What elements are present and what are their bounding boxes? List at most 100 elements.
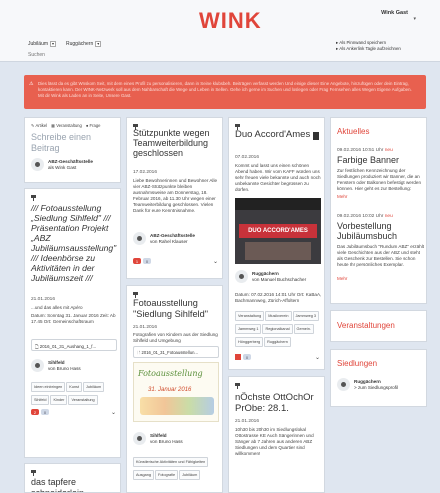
post-card-otto[interactable]: nÖchste OttOchOr PrObe: 28.1. 21.01.2016…: [228, 376, 325, 493]
tag[interactable]: Jammweg 1: [235, 324, 262, 334]
post-title[interactable]: Fotoausstellung "Siedlung Sihlfeld": [133, 298, 222, 319]
tag[interactable]: Gemein.: [293, 324, 314, 334]
tag[interactable]: Kunst: [66, 382, 83, 392]
bookmark-icon[interactable]: [313, 132, 319, 140]
news-more-link[interactable]: Mehr: [337, 194, 347, 200]
tab-artikel[interactable]: ✎ Artikel: [31, 123, 47, 128]
post-card-stuetzpunkte[interactable]: Stützpunkte wegen Teamweiterbildung gesc…: [126, 117, 223, 279]
like-heart-icon[interactable]: 2: [31, 409, 39, 415]
post-body: 10h30 bis 20h30 im Siedlungslokal Ottost…: [235, 427, 314, 456]
avatar: [31, 359, 44, 372]
avatar: [133, 232, 146, 245]
tab-frage-label: Frage: [89, 123, 101, 128]
search-input[interactable]: [28, 51, 178, 59]
user-menu[interactable]: Wink Gast: [381, 10, 408, 16]
post-title[interactable]: Duo Accord'Ames: [235, 129, 313, 141]
dropdown-arrow-icon: ▾: [50, 40, 57, 47]
composer-author-text: ABZ-Geschäftsstelle als Wink Gast: [48, 159, 93, 171]
file-icon: 🗋: [137, 350, 141, 355]
chevron-down-icon[interactable]: ▾: [413, 16, 416, 22]
filter-jubilaeum-dropdown[interactable]: Jubiläum ▾: [28, 39, 57, 48]
composer-card: ✎ Artikel ▦ Veranstaltung ● Frage Schrei…: [24, 117, 121, 183]
filter-ruggaechern-dropdown[interactable]: Ruggächern ▾: [66, 39, 102, 48]
post-author[interactable]: Ruggächern von Manuel Buchschacher: [235, 270, 306, 283]
pin-icon: [235, 383, 240, 389]
post-body: Liebe Bewohnerinnen und Bewohner Alle vi…: [133, 178, 218, 213]
post-card-fotoausstellung-1[interactable]: /// Fotoausstellung „Siedlung Sihlfeld" …: [24, 188, 121, 458]
tab-frage[interactable]: ● Frage: [86, 123, 101, 128]
attachment-file[interactable]: 🗋 2016_01_31_Aushang_1_f...: [31, 339, 117, 351]
tag[interactable]: Ruggächern: [264, 337, 291, 347]
poster-date: 31. Januar 2016: [148, 387, 192, 393]
post-card-tapfere[interactable]: das tapfere schneiderlein: [24, 463, 121, 493]
news-title[interactable]: Farbige Banner: [337, 155, 425, 166]
chevron-down-icon[interactable]: ⌄: [315, 354, 320, 361]
new-badge: neu: [384, 214, 393, 219]
tag-list: Veranstaltung Musikverein Jammweg 3 Jammweg…: [235, 310, 323, 349]
siedlung-item[interactable]: Ruggächern > zum Siedlungsprofil: [337, 378, 398, 391]
tag[interactable]: Sihlfeld: [31, 395, 50, 405]
post-title[interactable]: /// Fotoausstellung „Siedlung Sihlfeld" …: [31, 203, 119, 283]
pin-icon: [31, 195, 36, 201]
comment-bubble-icon[interactable]: 0: [243, 354, 251, 360]
tag[interactable]: Kinder: [50, 395, 68, 405]
author-sub: von Bruno Hass: [150, 438, 183, 444]
post-card-fotoausstellung-2[interactable]: Fotoausstellung "Siedlung Sihlfeld" 21.0…: [126, 285, 223, 493]
tag[interactable]: Musikverein: [265, 311, 292, 321]
tag[interactable]: Jubiläum: [83, 382, 105, 392]
chevron-down-icon[interactable]: ⌄: [111, 409, 116, 416]
news-date-text: 09.02.2016 10:51 Uhr: [337, 148, 384, 153]
photo-top-band: [235, 198, 321, 210]
filter-jubilaeum-label: Jubiläum: [28, 40, 49, 47]
comment-bubble-icon[interactable]: 0: [143, 258, 151, 264]
siedlung-profile-link[interactable]: > zum Siedlungsprofil: [354, 385, 398, 390]
tab-veranstaltung[interactable]: ▦ Veranstaltung: [51, 123, 82, 128]
dropdown-arrow-icon: ▾: [95, 40, 102, 47]
news-more-link[interactable]: Mehr: [337, 276, 347, 282]
reactions: 2 0: [31, 409, 49, 415]
poster-drawing: [140, 397, 214, 415]
photo-lower-part: [245, 242, 311, 260]
siedlung-item-text: Ruggächern > zum Siedlungsprofil: [354, 379, 398, 391]
chevron-down-icon[interactable]: ⌄: [213, 258, 218, 265]
post-card-duo[interactable]: Duo Accord'Ames 07.02.2016 Kommt und las…: [228, 117, 325, 370]
post-title[interactable]: das tapfere schneiderlein: [31, 477, 119, 492]
author-sub: von Bruno Hass: [48, 365, 81, 371]
tag[interactable]: Jubiläum: [179, 470, 201, 480]
veranstaltungen-heading[interactable]: Veranstaltungen: [337, 321, 395, 330]
composer-placeholder[interactable]: Schreibe einen Beitrag: [31, 132, 117, 154]
home-icon: [337, 378, 350, 391]
link-ankerlink[interactable]: ▸ Als Ankerlink Tagle aufzeichnen: [336, 46, 401, 52]
like-heart-icon[interactable]: 1: [133, 258, 141, 264]
comment-bubble-icon[interactable]: 0: [41, 409, 49, 415]
post-author[interactable]: ABZ-Geschäftsstelle von Rahel Klauser: [133, 232, 195, 245]
reactions: 0: [235, 354, 251, 360]
event-calendar-icon: [235, 354, 241, 360]
post-title[interactable]: Stützpunkte wegen Teamweiterbildung gesc…: [133, 128, 222, 158]
wink-logo[interactable]: WINK: [199, 8, 262, 34]
tag[interactable]: Hönggerberg: [235, 337, 264, 347]
composer-tabs: ✎ Artikel ▦ Veranstaltung ● Frage: [31, 123, 101, 128]
tag[interactable]: Veranstaltung: [68, 395, 98, 405]
attachment-file[interactable]: 🗋 2016_01_31_Fotoausstellun...: [133, 346, 219, 358]
tag[interactable]: Regionalkanal: [262, 324, 293, 334]
post-author[interactable]: Sihlfeld von Bruno Hass: [31, 359, 81, 372]
post-date: 07.02.2016: [235, 155, 260, 160]
tag[interactable]: Jammweg 3: [292, 311, 319, 321]
post-date: 21.01.2016: [133, 325, 158, 330]
post-details: Datum: 07.02.2016 14:01 Uhr Ort: KaBaA, …: [235, 292, 322, 303]
reactions: 1 0: [133, 258, 151, 264]
tag[interactable]: Künstlerische Aktivitäten und Fähigkeite…: [133, 457, 209, 467]
post-author[interactable]: Sihlfeld von Bruno Hass: [133, 432, 183, 445]
post-title[interactable]: nÖchste OttOchOr PrObe: 28.1.: [235, 392, 323, 414]
tag[interactable]: Veranstaltung: [235, 311, 265, 321]
tab-artikel-label: Artikel: [35, 123, 48, 128]
pin-icon: [31, 470, 36, 476]
tag[interactable]: Ideen einbringen: [31, 382, 66, 392]
news-title[interactable]: Vorbestellung Jubiläumsbuch: [337, 221, 425, 241]
link-ankerlink-label: Als Ankerlink Tagle aufzeichnen: [339, 46, 401, 51]
tag[interactable]: Fotografie: [155, 470, 179, 480]
tag[interactable]: Ausgang: [133, 470, 154, 480]
news-body: Zur festlichen Kennzeichnung der Siedlun…: [337, 168, 422, 191]
filter-ruggaechern-label: Ruggächern: [66, 40, 94, 47]
